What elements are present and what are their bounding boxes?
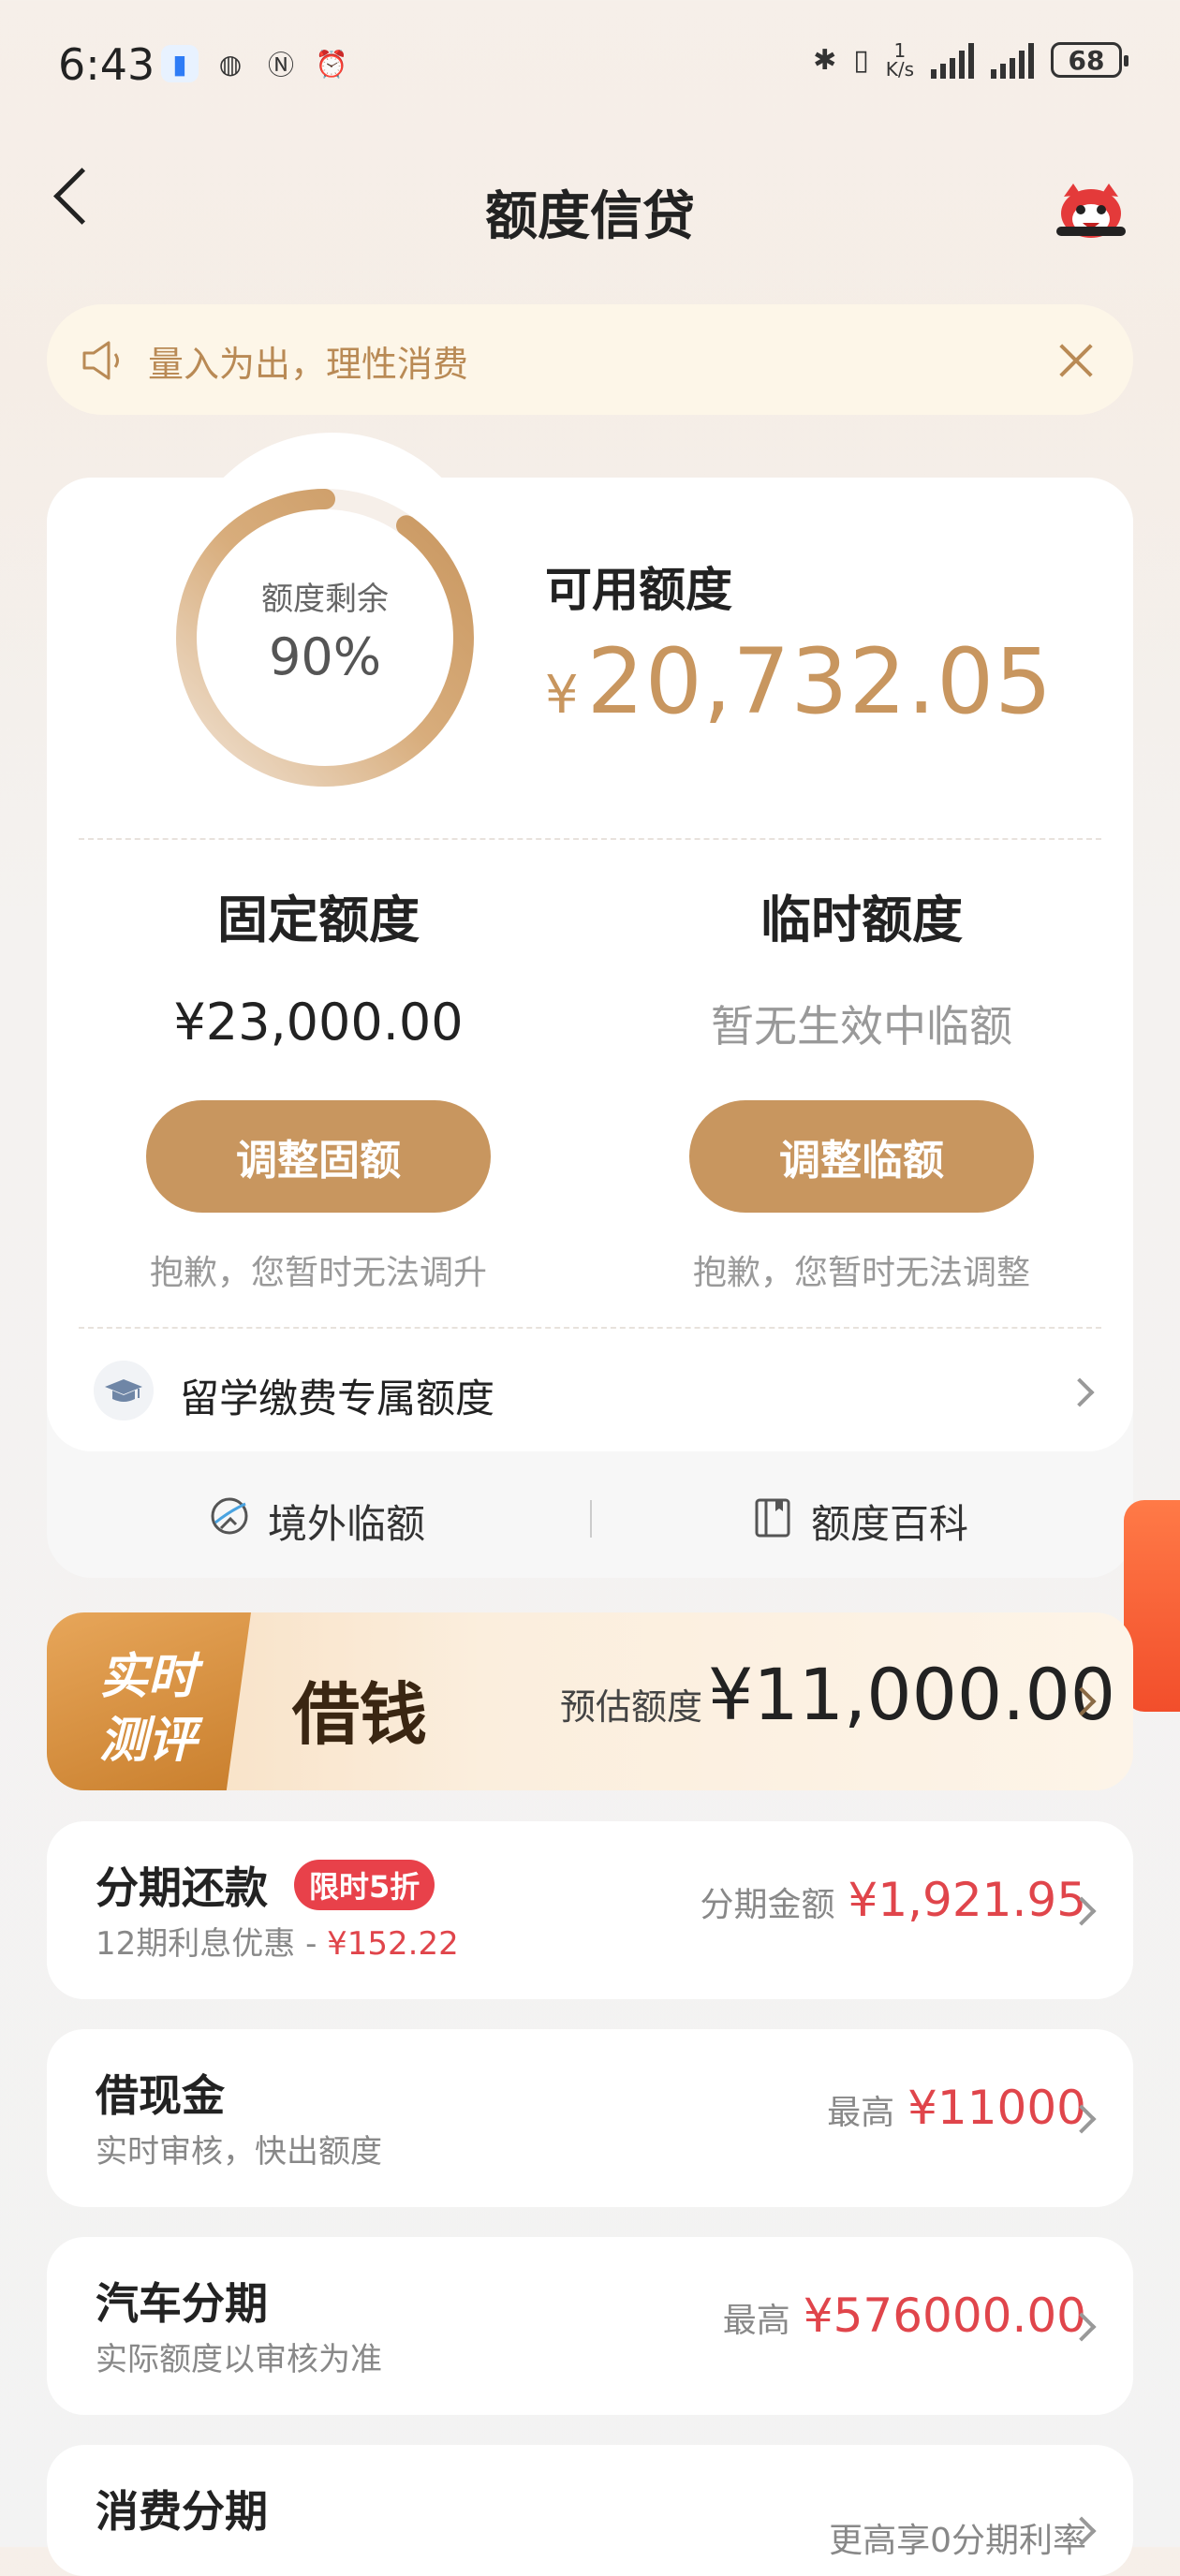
adjust-temp-button[interactable]: 调整临额	[689, 1100, 1034, 1213]
card-right: 最高 ¥11000	[827, 2081, 1086, 2135]
available-label: 可用额度	[545, 563, 732, 617]
notice-text: 量入为出，理性消费	[148, 344, 469, 385]
card-title: 借现金	[96, 2070, 225, 2121]
card-right: 分期金额 ¥1,921.95	[700, 1873, 1086, 1927]
alipay-notification-icon: ◍	[218, 48, 243, 80]
available-amount: ¥20,732.05	[545, 629, 1054, 734]
battery-icon: 68	[1051, 42, 1128, 78]
status-right-icons: ✱ ▯ 1 K/s 68	[813, 39, 1128, 81]
estimate-label: 预估额度	[560, 1686, 703, 1728]
promo-tag: 限时5折	[294, 1860, 435, 1910]
badge-line-1: 实时	[98, 1649, 197, 1705]
overseas-temp-quota-link[interactable]: 境外临额	[268, 1493, 425, 1550]
card-title: 分期还款	[96, 1862, 268, 1913]
temp-quota-status: 暂无生效中临额	[711, 1001, 1012, 1052]
status-time: 6:43	[58, 39, 155, 90]
badge-line-2: 测评	[98, 1713, 197, 1769]
page-title: 额度信贷	[485, 186, 695, 247]
adjust-fixed-button[interactable]: 调整固额	[146, 1100, 491, 1213]
overseas-globe-icon	[211, 1497, 248, 1535]
fixed-quota-amount: ¥23,000.00	[173, 993, 464, 1052]
graduation-cap-icon	[94, 1361, 154, 1420]
app-notification-icon: ▮	[161, 45, 199, 82]
estimate-amount: ¥11,000.00	[708, 1653, 1116, 1736]
mascot-icon[interactable]	[1055, 180, 1128, 242]
quota-wiki-link[interactable]: 额度百科	[811, 1493, 968, 1550]
signal-icon-2	[991, 41, 1034, 79]
bluetooth-icon: ✱	[813, 43, 837, 77]
speaker-icon	[82, 341, 119, 380]
nfc-icon: Ⓝ	[267, 50, 294, 81]
book-icon	[755, 1498, 790, 1538]
card-title: 消费分期	[96, 2486, 268, 2537]
card-right-label: 更高享0分期利率	[829, 2522, 1086, 2560]
status-notification-icons: ▮ ◍ Ⓝ ⏰	[161, 45, 350, 82]
divider	[79, 838, 1101, 840]
card-subtitle: 12期利息优惠 - ¥152.22	[96, 1925, 459, 1963]
divider	[79, 1327, 1101, 1329]
study-abroad-label: 留学缴费专属额度	[180, 1376, 495, 1421]
card-title: 汽车分期	[96, 2278, 268, 2329]
card-right: 最高 ¥576000.00	[722, 2289, 1086, 2343]
fixed-quota-title: 固定额度	[217, 891, 420, 949]
ring-value: 90%	[268, 627, 382, 686]
tools-divider	[590, 1500, 592, 1538]
temp-quota-title: 临时额度	[760, 891, 963, 949]
close-icon[interactable]	[1058, 343, 1094, 378]
ring-label: 额度剩余	[261, 581, 389, 618]
card-subtitle: 实时审核，快出额度	[96, 2133, 382, 2171]
borrow-title: 借钱	[292, 1674, 428, 1754]
signal-icon-1	[931, 41, 974, 79]
alarm-icon: ⏰	[315, 48, 348, 80]
temp-quota-note: 抱歉，您暂时无法调整	[692, 1254, 1030, 1292]
card-subtitle: 实际额度以审核为准	[96, 2341, 382, 2378]
fixed-quota-note: 抱歉，您暂时无法调升	[149, 1254, 487, 1292]
vibrate-icon: ▯	[853, 43, 869, 77]
net-speed: 1 K/s	[885, 39, 914, 81]
